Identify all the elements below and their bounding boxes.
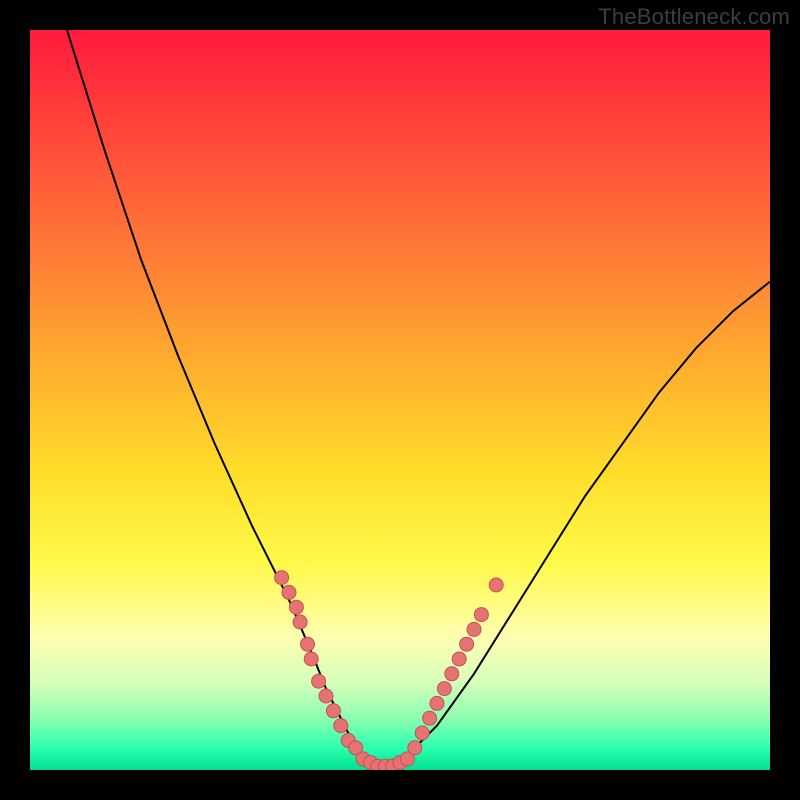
- watermark-text: TheBottleneck.com: [598, 4, 790, 30]
- data-point: [445, 667, 459, 681]
- data-point: [437, 682, 451, 696]
- data-point: [282, 585, 296, 599]
- data-point: [289, 600, 303, 614]
- data-point: [334, 719, 348, 733]
- data-point: [304, 652, 318, 666]
- data-point: [326, 704, 340, 718]
- data-point: [293, 615, 307, 629]
- scatter-group: [275, 571, 504, 770]
- chart-svg: [30, 30, 770, 770]
- data-point: [408, 741, 422, 755]
- data-point: [452, 652, 466, 666]
- data-point: [415, 726, 429, 740]
- plot-area: [30, 30, 770, 770]
- data-point: [474, 608, 488, 622]
- data-point: [489, 578, 503, 592]
- data-point: [430, 696, 444, 710]
- data-point: [467, 622, 481, 636]
- outer-frame: TheBottleneck.com: [0, 0, 800, 800]
- data-point: [301, 637, 315, 651]
- data-point: [275, 571, 289, 585]
- data-point: [312, 674, 326, 688]
- data-point: [460, 637, 474, 651]
- data-point: [423, 711, 437, 725]
- data-point: [319, 689, 333, 703]
- bottleneck-curve: [67, 30, 770, 770]
